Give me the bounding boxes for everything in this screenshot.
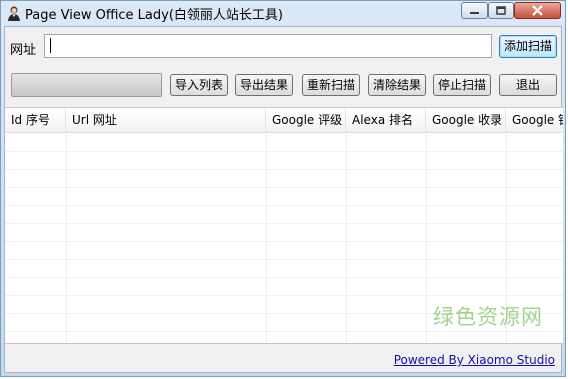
close-icon [532, 5, 543, 16]
table-header: Id 序号 Url 网址 Google 评级 Alexa 排名 Google 收… [5, 108, 563, 133]
window-title: Page View Office Lady(白领丽人站长工具) [25, 8, 283, 23]
scan-progress-bar [11, 73, 162, 97]
column-header-google-rating[interactable]: Google 评级 [266, 108, 346, 132]
powered-by-link[interactable]: Powered By Xiaomo Studio [394, 353, 555, 367]
minimize-icon [470, 12, 479, 14]
row-divider [5, 259, 563, 260]
column-header-alexa-rank[interactable]: Alexa 排名 [346, 108, 426, 132]
stop-scan-button[interactable]: 停止扫描 [433, 74, 491, 96]
url-label: 网址 [10, 43, 37, 58]
column-divider [426, 132, 427, 343]
text-caret [50, 38, 51, 53]
column-header-google-lock[interactable]: Google 锁 [506, 108, 563, 132]
clear-results-button[interactable]: 清除结果 [368, 74, 426, 96]
lady-icon [8, 6, 20, 21]
site-watermark: 绿色资源网 [433, 305, 543, 329]
column-divider [346, 132, 347, 343]
close-button[interactable] [514, 2, 561, 19]
column-header-google-indexed[interactable]: Google 收录 [426, 108, 506, 132]
column-divider [266, 132, 267, 343]
url-input[interactable] [44, 34, 492, 58]
main-window: Page View Office Lady(白领丽人站长工具) 网址 添加扫描 … [0, 0, 566, 377]
column-header-id[interactable]: Id 序号 [5, 108, 66, 132]
row-divider [5, 187, 563, 188]
minimize-button[interactable] [461, 2, 488, 19]
column-divider [66, 132, 67, 343]
row-divider [5, 331, 563, 332]
maximize-icon [496, 6, 506, 15]
row-divider [5, 277, 563, 278]
row-divider [5, 241, 563, 242]
title-bar[interactable]: Page View Office Lady(白领丽人站长工具) [1, 1, 567, 25]
row-divider [5, 205, 563, 206]
exit-button[interactable]: 退出 [499, 74, 557, 96]
status-bar: Powered By Xiaomo Studio [5, 345, 561, 372]
add-scan-button[interactable]: 添加扫描 [499, 35, 557, 58]
maximize-button[interactable] [488, 2, 514, 19]
row-divider [5, 169, 563, 170]
export-results-button[interactable]: 导出结果 [235, 74, 293, 96]
column-header-url[interactable]: Url 网址 [66, 108, 266, 132]
import-list-button[interactable]: 导入列表 [170, 74, 228, 96]
rescan-button[interactable]: 重新扫描 [302, 74, 360, 96]
row-divider [5, 295, 563, 296]
row-divider [5, 223, 563, 224]
row-divider [5, 151, 563, 152]
